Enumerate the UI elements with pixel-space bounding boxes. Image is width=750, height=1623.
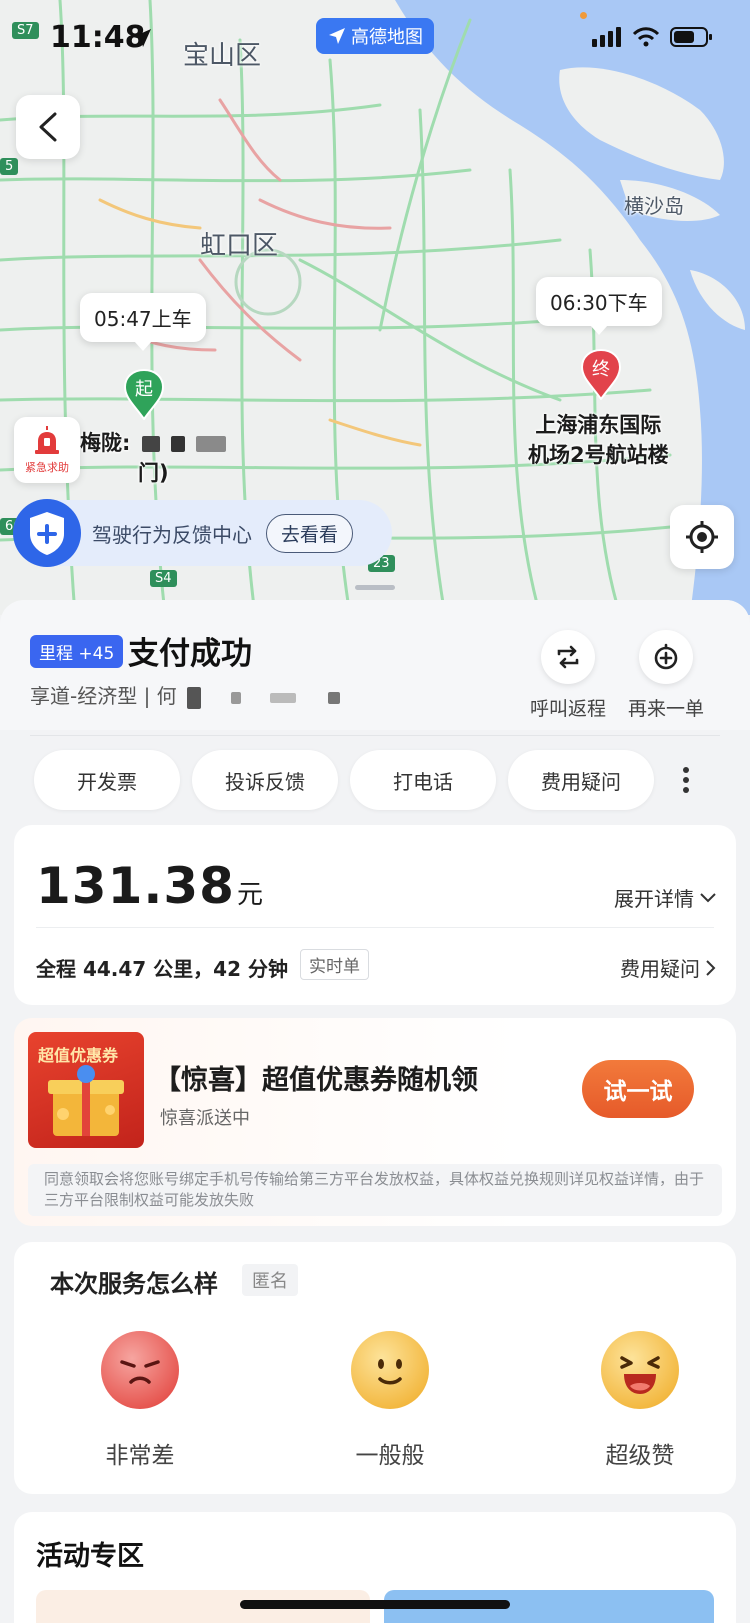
trip-summary: 全程 44.47 公里，42 分钟: [36, 957, 288, 981]
fare-card: 131.38元 展开详情 全程 44.47 公里，42 分钟 实时单 费用疑问: [14, 825, 736, 1005]
fare-unit: 元: [236, 880, 264, 910]
chevron-down-icon: [700, 892, 716, 902]
district-label: 横沙岛: [624, 194, 684, 218]
emergency-button[interactable]: 紧急求助: [14, 417, 80, 483]
fee-question-chip[interactable]: 费用疑问: [508, 750, 654, 810]
invoice-chip[interactable]: 开发票: [34, 750, 180, 810]
try-promo-button[interactable]: 试一试: [582, 1060, 694, 1118]
dropoff-time-bubble: 06:30下车: [536, 277, 662, 335]
rating-option-great[interactable]: 超级赞: [570, 1330, 710, 1470]
feedback-text: 驾驶行为反馈中心: [92, 522, 252, 547]
back-button[interactable]: [16, 95, 80, 159]
pickup-place-name: 梅陇:: [80, 431, 131, 455]
gift-box-icon: [48, 1065, 124, 1136]
road-badge: S4: [150, 570, 177, 587]
redacted-block: [269, 692, 296, 703]
fare-question-label: 费用疑问: [620, 957, 700, 981]
chevron-left-icon: [39, 112, 57, 142]
fare-amount: 131.38元: [36, 857, 264, 915]
payment-status-title: 支付成功: [128, 636, 252, 672]
mileage-badge: 里程 +45: [30, 635, 124, 668]
call-chip[interactable]: 打电话: [350, 750, 496, 810]
trip-subtitle: 享道-经济型 | 何: [30, 680, 341, 709]
chevron-right-icon: [706, 959, 716, 976]
redacted-block: [171, 436, 186, 452]
dropoff-place-line: 机场2号航站楼: [528, 443, 669, 467]
dropoff-place-line: 上海浦东国际: [535, 413, 662, 437]
status-icons: [592, 26, 714, 48]
expand-details-label: 展开详情: [614, 887, 694, 911]
rating-option-bad[interactable]: 非常差: [70, 1330, 210, 1470]
privacy-indicator: [580, 12, 587, 19]
promo-disclaimer: 同意领取会将您账号绑定手机号传输给第三方平台发放权益，具体权益兑换规则详见权益详…: [28, 1164, 722, 1216]
fare-amount-value: 131.38: [36, 857, 235, 915]
reorder-button[interactable]: 再来一单: [621, 630, 711, 721]
locate-button[interactable]: [670, 505, 734, 569]
redacted-block: [328, 691, 341, 704]
redacted-block: [187, 686, 202, 709]
driving-feedback-banner[interactable]: 驾驶行为反馈中心 去看看: [13, 499, 392, 567]
call-return-trip-button[interactable]: 呼叫返程: [523, 630, 613, 721]
wifi-icon: [632, 27, 660, 47]
more-options-button[interactable]: [666, 750, 706, 810]
dropoff-place-label: 上海浦东国际 机场2号航站楼: [528, 410, 669, 470]
promo-title: 【惊喜】超值优惠券随机领: [154, 1065, 478, 1096]
pickup-pin-label: 起: [135, 379, 153, 400]
expand-details-button[interactable]: 展开详情: [614, 883, 716, 912]
pickup-place-suffix: 门): [138, 461, 169, 485]
shield-plus-icon: [13, 499, 81, 567]
coupon-promo-card: 超值优惠券 【惊喜】超值优惠券随机领 惊喜派送中 试一试 同意领取会将您账号绑定…: [14, 1018, 736, 1226]
map-app-pill[interactable]: 高德地图: [316, 18, 434, 54]
rating-label: 一般般: [355, 1443, 425, 1469]
activity-title: 活动专区: [36, 1541, 144, 1572]
home-indicator: [240, 1600, 510, 1609]
service-rating-card: 本次服务怎么样 匿名 非常差 一般般 超级赞: [14, 1242, 736, 1494]
more-vertical-icon: [683, 767, 689, 793]
divider: [36, 927, 714, 928]
anonymous-tag: 匿名: [242, 1264, 298, 1296]
reorder-icon: [639, 630, 693, 684]
dropoff-pin-label: 终: [592, 359, 610, 380]
redacted-block: [231, 691, 242, 704]
district-label: 宝山区: [183, 41, 262, 71]
redacted-block: [141, 436, 160, 452]
angry-face-icon: [101, 1331, 179, 1409]
trip-subtitle-text: 享道-经济型 | 何: [30, 684, 177, 708]
district-label: 虹口区: [200, 231, 279, 261]
emergency-label: 紧急求助: [25, 460, 69, 474]
divider: [30, 735, 720, 736]
pickup-place-label: 梅陇: 门): [80, 428, 227, 488]
dropoff-pin-icon: 终: [580, 348, 622, 400]
action-chips: 开发票 投诉反馈 打电话 费用疑问: [34, 750, 706, 810]
rating-label: 非常差: [105, 1443, 175, 1469]
fare-question-link[interactable]: 费用疑问: [620, 953, 716, 982]
pickup-time-bubble: 05:47上车: [80, 293, 206, 351]
complaint-chip[interactable]: 投诉反馈: [192, 750, 338, 810]
signal-icon: [592, 27, 621, 47]
alarm-icon: [35, 425, 59, 454]
map-app-name: 高德地图: [351, 27, 423, 48]
return-trip-label: 呼叫返程: [529, 698, 606, 720]
rating-option-ok[interactable]: 一般般: [320, 1330, 460, 1470]
drag-handle[interactable]: [355, 585, 395, 590]
crosshair-icon: [686, 521, 718, 553]
coupon-image[interactable]: 超值优惠券: [28, 1032, 144, 1148]
return-trip-icon: [541, 630, 595, 684]
reorder-label: 再来一单: [627, 698, 704, 720]
road-badge: S7: [12, 22, 39, 39]
road-badge: 5: [0, 158, 19, 175]
map-view[interactable]: 宝山区 虹口区 横沙岛 S7 S4 5 66 23 11:48 高德地图 05:…: [0, 0, 750, 615]
redacted-block: [196, 436, 227, 452]
rating-title: 本次服务怎么样: [50, 1270, 218, 1298]
order-type-tag: 实时单: [300, 949, 369, 980]
neutral-face-icon: [351, 1331, 429, 1409]
amap-logo-icon: [329, 28, 345, 44]
rating-label: 超级赞: [605, 1443, 675, 1469]
laughing-face-icon: [601, 1331, 679, 1409]
feedback-go-button[interactable]: 去看看: [266, 513, 354, 553]
location-arrow-icon: [133, 29, 151, 47]
pickup-pin-icon: 起: [123, 368, 165, 420]
battery-icon: [670, 27, 712, 47]
promo-subtitle: 惊喜派送中: [160, 1108, 250, 1129]
